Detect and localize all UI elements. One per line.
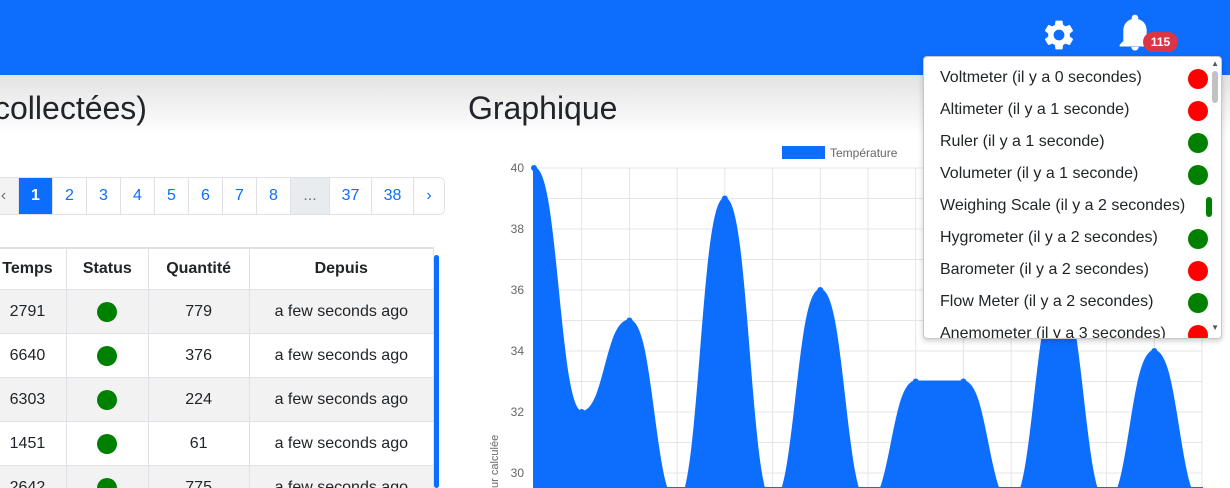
series-point [626,317,633,324]
gear-icon[interactable] [1041,17,1077,53]
y-tick-label: 40 [511,161,525,175]
page-5[interactable]: 5 [155,178,189,214]
column-header-status[interactable]: Status [65,248,149,290]
page-38[interactable]: 38 [372,178,414,214]
legend-label: Température [830,146,898,160]
section-title-data: collectées) [0,90,147,126]
cell-depuis: a few seconds ago [248,465,434,488]
table-row: 2642 775 a few seconds ago [0,465,434,488]
y-tick-labels: 40 38 36 34 32 30 [511,161,525,480]
cell-status [65,377,149,422]
table-row: 6303 224 a few seconds ago [0,377,434,422]
page-1[interactable]: 1 [19,178,53,214]
cell-depuis: a few seconds ago [248,377,434,422]
cell-temps: 1451 [0,421,67,466]
notification-status-dot [1188,101,1208,121]
page-2[interactable]: 2 [53,178,87,214]
cell-temps: 6640 [0,333,67,378]
y-tick-label: 30 [511,466,525,480]
notification-status-dot [1188,229,1208,249]
table-row: 1451 61 a few seconds ago [0,421,434,466]
page-6[interactable]: 6 [189,178,223,214]
notification-status-dot [1188,325,1208,338]
pagination-prev[interactable]: ‹ [0,178,19,214]
notification-status-dot [1188,69,1208,89]
series-point [912,378,919,385]
series-point [531,165,537,171]
cell-status [65,465,149,488]
notification-status-dot [1206,197,1212,217]
series-point [721,195,728,202]
page-3[interactable]: 3 [87,178,121,214]
status-dot [97,301,118,322]
notification-item[interactable]: Altimeter (il y a 1 seconde) [940,101,1129,119]
cell-status [65,421,149,466]
notification-item[interactable]: Barometer (il y a 2 secondes) [940,261,1149,279]
cell-quantite: 376 [147,333,250,378]
y-axis-label: ur calculée [489,435,501,488]
cell-temps: 2642 [0,465,67,488]
column-header-depuis[interactable]: Depuis [248,248,434,290]
pagination-next[interactable]: › [414,178,444,214]
series-point [960,378,967,385]
y-tick-label: 36 [511,283,525,297]
page-4[interactable]: 4 [121,178,155,214]
data-table-container: Temps Status Quantité Depuis 2791 779 a … [0,247,434,488]
cell-depuis: a few seconds ago [248,333,434,378]
notification-status-dot [1188,133,1208,153]
y-tick-label: 38 [511,222,525,236]
cell-quantite: 61 [147,421,250,466]
page-37[interactable]: 37 [330,178,372,214]
notification-item[interactable]: Weighing Scale (il y a 2 secondes) [940,197,1185,215]
column-header-quantite[interactable]: Quantité [147,248,250,290]
legend-swatch [782,146,825,159]
series-point [1151,348,1158,354]
cell-depuis: a few seconds ago [248,421,434,466]
y-tick-label: 32 [511,405,525,419]
pagination-ellipsis: ... [291,178,330,214]
notification-item[interactable]: Hygrometer (il y a 2 secondes) [940,229,1158,247]
data-table: Temps Status Quantité Depuis 2791 779 a … [0,248,434,488]
cell-temps: 6303 [0,377,67,422]
page-7[interactable]: 7 [223,178,257,214]
notification-status-dot [1188,293,1208,313]
table-row: 6640 376 a few seconds ago [0,333,434,378]
series-point [817,287,824,293]
section-title-chart: Graphique [468,90,618,126]
table-header-row: Temps Status Quantité Depuis [0,248,434,290]
notification-item[interactable]: Anemometer (il y a 3 secondes) [940,325,1166,338]
table-scrollbar[interactable] [434,255,439,488]
pagination: ‹ 1 2 3 4 5 6 7 8 ... 37 38 › [0,177,445,215]
cell-status [65,333,149,378]
notifications-dropdown: ▲ ▼ Voltmeter (il y a 0 secondes) Altimet… [923,56,1222,339]
dropdown-scroll-thumb[interactable] [1212,71,1218,103]
notification-item[interactable]: Voltmeter (il y a 0 secondes) [940,69,1142,87]
page-8[interactable]: 8 [257,178,291,214]
cell-temps: 2791 [0,289,67,334]
scroll-down-icon[interactable]: ▼ [1211,323,1219,332]
cell-quantite: 224 [147,377,250,422]
notification-count-badge: 115 [1143,32,1178,52]
notification-item[interactable]: Ruler (il y a 1 seconde) [940,133,1105,151]
notification-item[interactable]: Volumeter (il y a 1 seconde) [940,165,1138,183]
column-header-temps[interactable]: Temps [0,248,67,290]
cell-quantite: 775 [147,465,250,488]
cell-status [65,289,149,334]
status-dot [97,389,118,410]
notification-status-dot [1188,165,1208,185]
series-point [578,409,585,415]
y-tick-label: 34 [511,344,525,358]
scroll-up-icon[interactable]: ▲ [1211,59,1219,68]
notification-status-dot [1188,261,1208,281]
status-dot [97,477,118,488]
cell-depuis: a few seconds ago [248,289,434,334]
cell-quantite: 779 [147,289,250,334]
notification-item[interactable]: Flow Meter (il y a 2 secondes) [940,293,1153,311]
status-dot [97,433,118,454]
status-dot [97,345,118,366]
table-row: 2791 779 a few seconds ago [0,289,434,334]
